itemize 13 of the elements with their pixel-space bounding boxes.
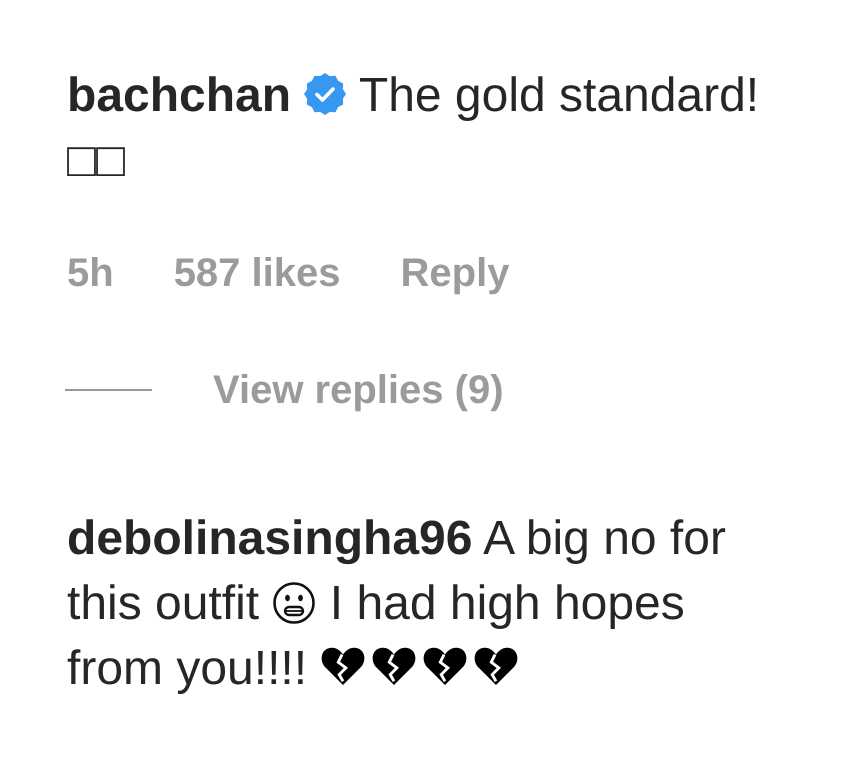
broken-heart-icon — [473, 646, 520, 686]
username-link[interactable]: bachchan — [67, 69, 292, 122]
broken-heart-icon — [422, 646, 468, 686]
comment-text: bachchan The gold standard! □□ — [67, 68, 760, 189]
comment-text: debolinasingha96 A big no for this outfit I had high hopes from you!!!! — [67, 511, 727, 697]
username-link[interactable]: debolinasingha96 — [67, 512, 472, 565]
timestamp-link[interactable]: 5h — [67, 248, 114, 298]
broken-heart-icon — [371, 646, 418, 686]
reply-button[interactable]: Reply — [400, 248, 510, 298]
view-replies-button[interactable]: View replies (9) — [213, 365, 504, 415]
grimacing-face-icon — [272, 581, 316, 625]
broken-heart-icon — [320, 646, 366, 686]
likes-count-button[interactable]: 587 likes — [174, 248, 341, 298]
